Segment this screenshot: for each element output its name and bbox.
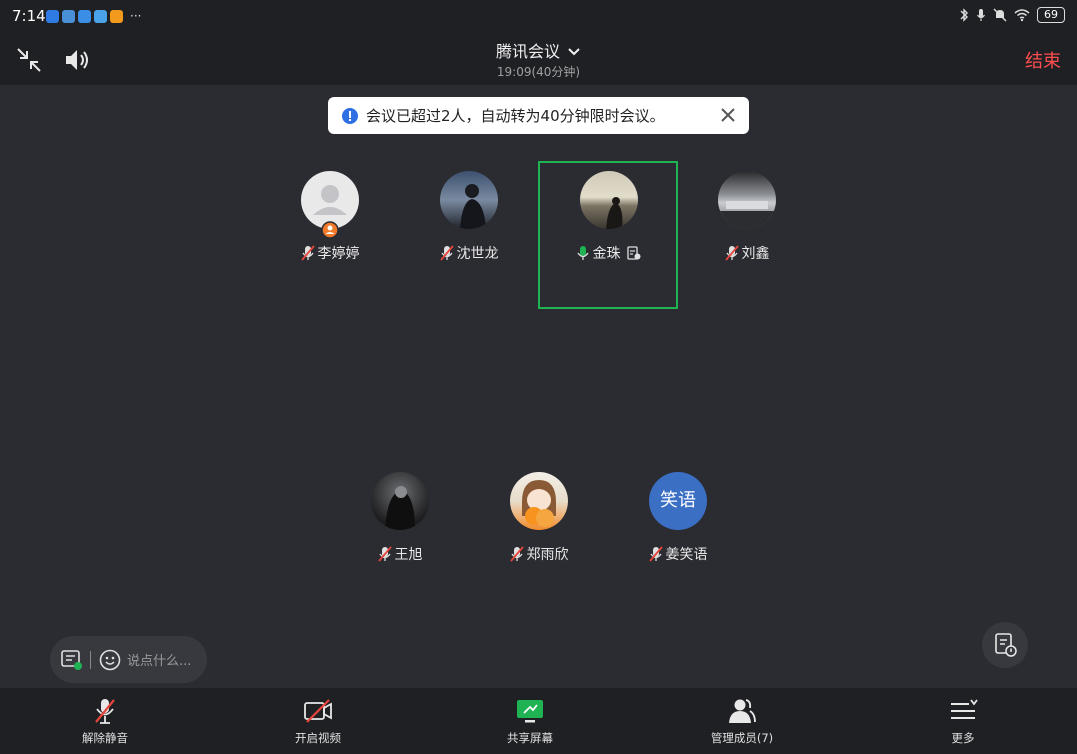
participant-name-row: 沈世龙 [399, 243, 539, 263]
do-not-disturb-icon [993, 8, 1007, 22]
meeting-duration: 19:09(40分钟) [496, 65, 581, 79]
mic-muted-icon [377, 546, 392, 562]
battery-level: 69 [1037, 7, 1065, 23]
document-edit-icon [626, 246, 640, 260]
participant-name-row: 刘鑫 [677, 243, 817, 263]
manage-members-button[interactable]: 管理成员(7) [692, 696, 792, 746]
mic-muted-icon [724, 245, 739, 261]
notes-icon [995, 633, 1017, 657]
participant-name-row: 李婷婷 [260, 243, 400, 263]
mic-muted-icon [439, 245, 454, 261]
notice-text: 会议已超过2人，自动转为40分钟限时会议。 [366, 107, 665, 125]
more-button[interactable]: 更多 [913, 696, 1013, 746]
unmute-label: 解除静音 [82, 731, 128, 745]
status-app-icons: ··· [46, 10, 141, 23]
app-icon-3 [78, 10, 91, 23]
emoji-icon[interactable] [99, 649, 121, 671]
status-right-icons: 69 [959, 7, 1065, 23]
mic-muted-icon [509, 546, 524, 562]
close-icon[interactable] [719, 106, 737, 124]
participant-name-row: 金珠 [540, 243, 676, 263]
more-label: 更多 [951, 731, 975, 745]
participant-tile[interactable]: 沈世龙 [399, 162, 539, 310]
mic-active-icon [576, 246, 589, 260]
participant-name-row: 姜笑语 [608, 544, 748, 564]
participant-name-row: 王旭 [330, 544, 470, 564]
avatar [371, 472, 429, 530]
participant-tile[interactable]: 刘鑫 [677, 162, 817, 310]
avatar-photo [522, 480, 556, 527]
app-icon-5 [110, 10, 123, 23]
avatar [580, 171, 638, 229]
participant-name: 姜笑语 [665, 547, 708, 563]
participant-name: 郑雨欣 [526, 547, 569, 563]
meeting-top-bar: 腾讯会议 19:09(40分钟) 结束 [0, 34, 1077, 85]
participant-name-row: 郑雨欣 [469, 544, 609, 564]
host-badge-icon [321, 221, 339, 239]
meeting-title-text: 腾讯会议 [495, 42, 560, 61]
participant-tile-active-speaker[interactable]: 金珠 [538, 161, 678, 309]
share-screen-button[interactable]: 共享屏幕 [480, 696, 580, 746]
participant-tile[interactable]: 王旭 [330, 463, 470, 611]
meeting-title[interactable]: 腾讯会议 [0, 38, 1077, 62]
avatar-photo [385, 486, 415, 530]
chat-list-icon[interactable] [60, 648, 84, 672]
meeting-notes-button[interactable] [982, 622, 1028, 668]
app-icon-1 [46, 10, 59, 23]
avatar [440, 171, 498, 229]
chat-placeholder[interactable]: 说点什么... [127, 650, 191, 669]
chevron-down-icon [568, 48, 580, 56]
avatar: 笑语 [649, 472, 707, 530]
avatar [718, 171, 776, 229]
participant-name: 金珠 [592, 246, 621, 262]
end-meeting-button[interactable]: 结束 [1025, 47, 1061, 73]
start-video-label: 开启视频 [295, 731, 341, 745]
avatar-photo [606, 197, 623, 229]
members-icon [729, 699, 756, 723]
mic-muted-icon [300, 245, 315, 261]
bluetooth-icon [960, 8, 968, 22]
participant-tile[interactable]: 郑雨欣 [469, 463, 609, 611]
system-status-bar: 7:14 ··· 69 [0, 0, 1077, 34]
bottom-toolbar: 解除静音 开启视频 共享屏幕 管理成员(7) 更多 [0, 688, 1077, 754]
unmute-button[interactable]: 解除静音 [55, 696, 155, 746]
manage-members-label: 管理成员(7) [710, 731, 774, 745]
share-screen-icon [517, 700, 543, 723]
participant-name: 王旭 [394, 547, 423, 563]
share-screen-label: 共享屏幕 [507, 731, 553, 745]
participant-tile[interactable]: 李婷婷 [260, 162, 400, 310]
status-time: 7:14 [12, 7, 46, 25]
avatar-photo [460, 184, 486, 229]
mic-muted-icon [648, 546, 663, 562]
video-off-icon [304, 699, 332, 723]
participant-name: 沈世龙 [456, 246, 499, 262]
divider [90, 650, 91, 669]
chat-input-bar[interactable]: 说点什么... [50, 636, 207, 683]
participant-name: 刘鑫 [741, 246, 770, 262]
info-icon [342, 107, 358, 124]
limit-notice-banner: 会议已超过2人，自动转为40分钟限时会议。 [328, 97, 749, 134]
avatar-photo [718, 201, 776, 229]
more-menu-icon [951, 699, 978, 719]
participant-name: 李婷婷 [317, 246, 360, 262]
start-video-button[interactable]: 开启视频 [268, 696, 368, 746]
app-icon-4 [94, 10, 107, 23]
app-icon-2 [62, 10, 75, 23]
participant-tile[interactable]: 笑语 姜笑语 [608, 463, 748, 611]
status-more-icon: ··· [130, 9, 142, 23]
mic-muted-icon [95, 699, 115, 724]
avatar [510, 472, 568, 530]
mic-status-icon [977, 9, 985, 21]
wifi-icon [1014, 9, 1030, 22]
